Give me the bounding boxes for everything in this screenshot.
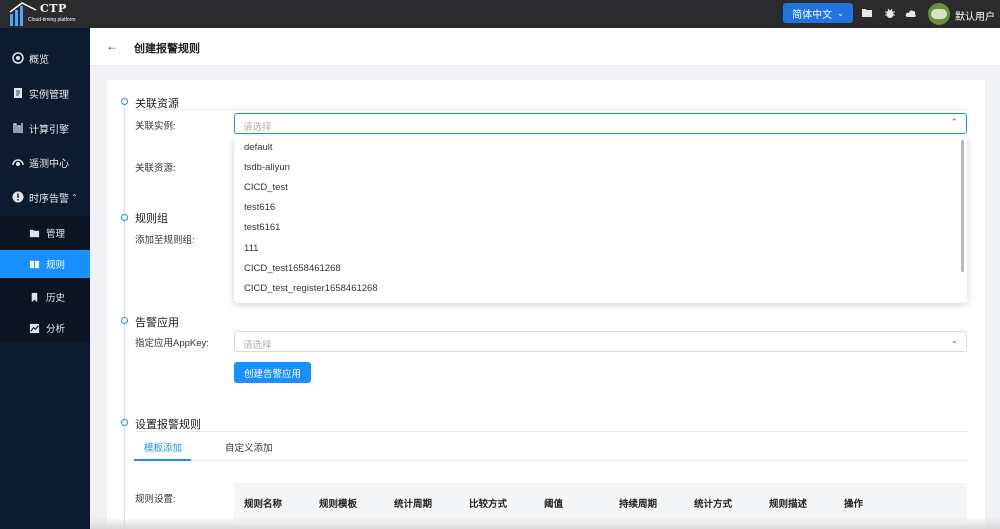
column-header: 统计周期 xyxy=(394,499,433,510)
sidebar-subitem-history[interactable]: 历史 xyxy=(0,283,90,311)
chevron-up-icon: ⌃ xyxy=(950,117,958,127)
column-header: 阈值 xyxy=(544,499,564,510)
timeline-dot xyxy=(121,317,128,324)
instance-dropdown: default tsdb-aliyun CICD_test test616 te… xyxy=(234,136,967,303)
logo-text: CTP xyxy=(40,2,67,15)
language-selector[interactable]: 简体中文 ⌄ xyxy=(783,3,853,23)
folder-icon xyxy=(29,229,40,237)
chevron-up-icon: ⌃ xyxy=(71,192,78,202)
rule-icon xyxy=(29,260,40,268)
document-icon xyxy=(14,88,22,98)
column-header: 操作 xyxy=(844,499,864,510)
dropdown-option[interactable]: CICD_test xyxy=(244,182,288,193)
dropdown-option[interactable]: CICD_test_register1658461268 xyxy=(244,283,378,294)
column-header: 规则描述 xyxy=(769,499,808,510)
avatar[interactable] xyxy=(928,3,950,25)
section-title-rules: 设置报警规则 xyxy=(135,419,201,431)
chart-icon xyxy=(29,323,40,333)
chevron-down-icon: ⌄ xyxy=(837,8,844,18)
telemetry-icon xyxy=(12,159,24,166)
sidebar-item-overview[interactable]: 概览 xyxy=(0,42,90,74)
instance-select[interactable]: 请选择 ⌃ xyxy=(234,113,967,134)
rules-table-header: 规则名称 规则模板 统计周期 比较方式 阈值 持续周期 统计方式 规则描述 操作 xyxy=(234,483,967,521)
sidebar-subitem-rules[interactable]: 规则 xyxy=(0,250,90,278)
sidebar-item-engine[interactable]: 计算引擎 xyxy=(0,112,90,144)
cloud-icon[interactable] xyxy=(905,7,917,19)
column-header: 规则名称 xyxy=(244,499,283,510)
bookmark-icon xyxy=(31,292,38,302)
sidebar-item-instances[interactable]: 实例管理 xyxy=(0,77,90,109)
chevron-down-icon: ⌄ xyxy=(950,335,958,345)
label-rule-group: 添加至规则组: xyxy=(135,235,195,246)
engine-icon xyxy=(13,123,23,133)
tab-custom[interactable]: 自定义添加 xyxy=(225,440,273,454)
bug-icon[interactable] xyxy=(884,7,896,19)
column-header: 比较方式 xyxy=(469,499,508,510)
sidebar-item-label: 概览 xyxy=(29,54,49,66)
tab-ink-bar xyxy=(134,459,191,461)
dropdown-option[interactable]: default xyxy=(244,142,273,153)
sidebar-item-label: 时序告警 xyxy=(29,193,69,205)
sidebar-item-label: 遥测中心 xyxy=(29,158,69,170)
page-title: 创建报警规则 xyxy=(134,43,200,55)
divider xyxy=(135,431,967,432)
dropdown-option[interactable]: test6161 xyxy=(244,222,280,233)
column-header: 持续周期 xyxy=(619,499,658,510)
divider xyxy=(135,109,967,110)
sidebar-item-label: 计算引擎 xyxy=(29,124,69,136)
timeline-dot xyxy=(121,98,128,105)
label-resource: 关联资源: xyxy=(135,163,176,174)
sidebar-subitem-label: 管理 xyxy=(46,229,66,240)
sidebar-subitem-label: 规则 xyxy=(46,260,66,271)
username[interactable]: 默认用户 xyxy=(955,8,995,23)
sidebar-subitem-manage[interactable]: 管理 xyxy=(0,219,90,247)
dropdown-scrollbar[interactable] xyxy=(961,140,964,272)
language-label: 简体中文 xyxy=(792,9,833,21)
logo-subtitle: Cloud-timing platform xyxy=(28,17,76,23)
create-alert-app-button[interactable]: 创建告警应用 xyxy=(234,362,311,383)
timeline-dot xyxy=(121,419,128,426)
sidebar-item-alerts[interactable]: 时序告警 ⌃ xyxy=(0,181,90,213)
dropdown-option[interactable]: CICD_test1658461268 xyxy=(244,263,341,274)
sidebar-item-label: 实例管理 xyxy=(29,89,69,101)
top-bar: CTP Cloud-timing platform 简体中文 ⌄ 默认用户 xyxy=(0,0,1000,28)
sidebar-subitem-label: 历史 xyxy=(46,293,66,304)
appkey-select-placeholder: 请选择 xyxy=(243,340,272,351)
sidebar: 概览 实例管理 计算引擎 遥测中心 时序告警 ⌃ 管理 规则 历史 分析 xyxy=(0,28,90,529)
dropdown-option[interactable]: test616 xyxy=(244,202,275,213)
appkey-select[interactable]: 请选择 ⌄ xyxy=(234,331,967,352)
tab-template[interactable]: 模板添加 xyxy=(144,440,182,454)
column-header: 统计方式 xyxy=(694,499,733,510)
section-title-alert-app: 告警应用 xyxy=(135,317,179,329)
dropdown-option[interactable]: 111 xyxy=(244,243,258,254)
label-instance: 关联实例: xyxy=(135,121,176,132)
dashboard-icon xyxy=(12,52,24,64)
page-header: ← 创建报警规则 xyxy=(90,28,1000,66)
rule-tabs: 模板添加 自定义添加 xyxy=(134,436,967,461)
sidebar-subitem-analysis[interactable]: 分析 xyxy=(0,314,90,342)
alert-icon xyxy=(12,191,24,203)
label-rule-settings: 规则设置: xyxy=(135,494,176,505)
instance-select-placeholder: 请选择 xyxy=(243,122,272,133)
sidebar-subitem-label: 分析 xyxy=(46,324,66,335)
back-arrow-icon[interactable]: ← xyxy=(106,39,118,53)
sidebar-item-telemetry[interactable]: 遥测中心 xyxy=(0,146,90,178)
section-title-rule-group: 规则组 xyxy=(135,213,168,225)
logo[interactable]: CTP Cloud-timing platform xyxy=(8,2,92,26)
label-appkey: 指定应用AppKey: xyxy=(135,338,209,349)
dropdown-option[interactable]: tsdb-aliyun xyxy=(244,162,290,173)
column-header: 规则模板 xyxy=(319,499,358,510)
timeline-dot xyxy=(121,214,128,221)
folder-icon[interactable] xyxy=(861,7,873,19)
bottom-shadow xyxy=(90,517,1000,529)
